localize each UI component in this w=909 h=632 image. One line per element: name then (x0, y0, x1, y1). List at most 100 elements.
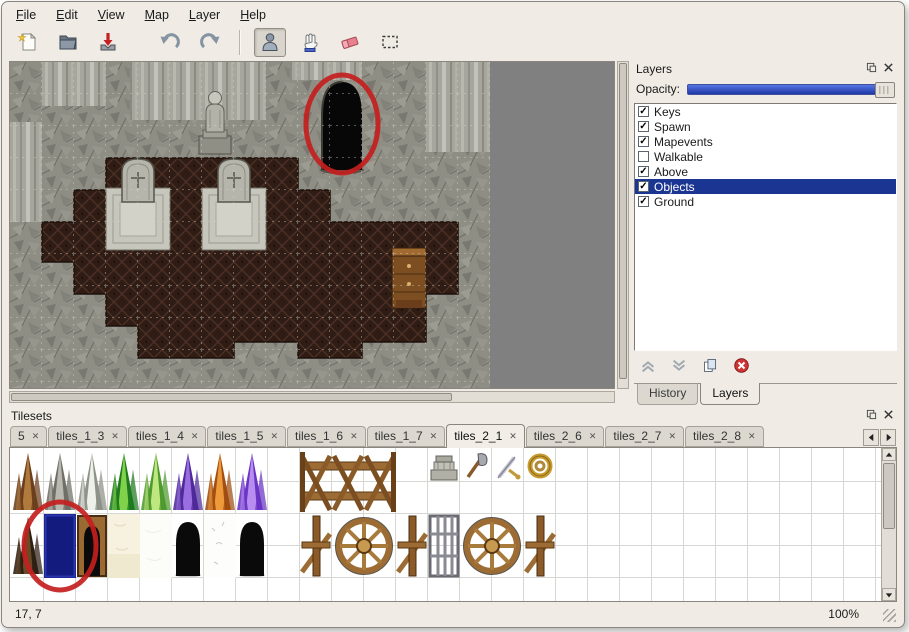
layer-visibility-checkbox[interactable]: ✓ (638, 136, 649, 147)
tile-wagon-wheel[interactable] (332, 514, 396, 578)
tile-sparkle-tile[interactable] (204, 514, 236, 578)
layer-row-objects[interactable]: ✓Objects (635, 179, 896, 194)
tab-close-icon[interactable]: ✕ (589, 432, 597, 441)
layer-row-walkable[interactable]: Walkable (635, 149, 896, 164)
tab-close-icon[interactable]: ✕ (430, 432, 438, 441)
tab-close-icon[interactable]: ✕ (270, 432, 278, 441)
select-tool-button[interactable] (374, 28, 406, 57)
layer-row-above[interactable]: ✓Above (635, 164, 896, 179)
menu-file[interactable]: File (16, 8, 36, 22)
layer-visibility-checkbox[interactable]: ✓ (638, 181, 649, 192)
tile-crystal-ice[interactable] (76, 450, 108, 514)
menu-edit[interactable]: Edit (56, 8, 78, 22)
layer-row-keys[interactable]: ✓Keys (635, 104, 896, 119)
tile-crystal-orange[interactable] (204, 450, 236, 514)
layers-float-button[interactable] (864, 63, 878, 76)
panel-tab-history[interactable]: History (637, 384, 698, 405)
scroll-tabs-left-button[interactable] (863, 429, 879, 446)
tile-fence-post-2[interactable] (396, 514, 428, 578)
tab-close-icon[interactable]: ✕ (748, 432, 756, 441)
scrollbar-thumb[interactable] (883, 463, 895, 529)
tileset-tab-tiles_1_6[interactable]: tiles_1_6✕ (287, 426, 366, 447)
layer-visibility-checkbox[interactable] (638, 151, 649, 162)
tile-crystal-green[interactable] (108, 450, 140, 514)
panel-tab-layers[interactable]: Layers (700, 383, 760, 405)
map-vertical-scrollbar[interactable] (617, 61, 629, 389)
tile-crystal-brown[interactable] (12, 450, 44, 514)
undo-button[interactable] (154, 28, 186, 57)
menu-view[interactable]: View (98, 8, 125, 22)
tab-close-icon[interactable]: ✕ (191, 432, 199, 441)
tileset-tab-tiles_1_4[interactable]: tiles_1_4✕ (128, 426, 207, 447)
scroll-tabs-right-button[interactable] (880, 429, 896, 446)
tile-door-frame[interactable] (76, 514, 108, 578)
tile-blue-solid-tile[interactable] (44, 514, 76, 578)
tile-fence-rail[interactable] (300, 450, 396, 514)
tileset-tab-tiles_1_5[interactable]: tiles_1_5✕ (207, 426, 286, 447)
layer-row-mapevents[interactable]: ✓Mapevents (635, 134, 896, 149)
open-button[interactable] (52, 28, 84, 57)
tile-cave-entrance[interactable] (172, 514, 204, 578)
tile-cave-entrance-2[interactable] (236, 514, 268, 578)
menu-layer[interactable]: Layer (189, 8, 220, 22)
eraser-tool-button[interactable] (334, 28, 366, 57)
resize-grip[interactable] (883, 609, 896, 622)
tile-sword[interactable] (492, 450, 524, 482)
tileset-tab-tiles_2_7[interactable]: tiles_2_7✕ (605, 426, 684, 447)
opacity-slider[interactable] (687, 84, 889, 95)
tile-pale-white-tile[interactable] (140, 514, 172, 578)
tile-column-capital[interactable] (428, 450, 460, 482)
tile-crystal-lime[interactable] (140, 450, 172, 514)
tile-shovel[interactable] (460, 450, 492, 482)
tileset-tab-5[interactable]: 5✕ (10, 426, 47, 447)
tab-close-icon[interactable]: ✕ (111, 432, 119, 441)
tileset-tab-tiles_2_6[interactable]: tiles_2_6✕ (526, 426, 605, 447)
tilesets-close-button[interactable] (881, 410, 895, 423)
tile-fence-post-3[interactable] (524, 514, 556, 578)
layer-visibility-checkbox[interactable]: ✓ (638, 106, 649, 117)
layer-visibility-checkbox[interactable]: ✓ (638, 121, 649, 132)
new-map-button[interactable]: ★ (12, 28, 44, 57)
tab-close-icon[interactable]: ✕ (509, 432, 517, 441)
tileset-tab-tiles_1_3[interactable]: tiles_1_3✕ (48, 426, 127, 447)
scrollbar-track[interactable] (882, 461, 896, 588)
tile-crystal-violet[interactable] (236, 450, 268, 514)
layer-visibility-checkbox[interactable]: ✓ (638, 166, 649, 177)
tile-crystal-purple[interactable] (172, 450, 204, 514)
delete-layer-button[interactable] (731, 357, 751, 377)
scrollbar-thumb[interactable] (619, 63, 627, 379)
duplicate-layer-button[interactable] (700, 357, 720, 377)
tile-fence-post[interactable] (300, 514, 332, 578)
tileset-tab-tiles_2_1[interactable]: tiles_2_1✕ (446, 424, 525, 448)
tile-crystal-gray[interactable] (44, 450, 76, 514)
tileset-tab-tiles_2_8[interactable]: tiles_2_8✕ (685, 426, 764, 447)
layers-close-button[interactable] (881, 63, 895, 76)
opacity-slider-handle[interactable] (875, 82, 895, 98)
move-layer-up-button[interactable] (638, 357, 658, 377)
tile-crystal-dark[interactable] (12, 514, 44, 578)
move-layer-down-button[interactable] (669, 357, 689, 377)
tile-pale-tile[interactable] (108, 514, 140, 578)
scrollbar-thumb[interactable] (11, 393, 452, 401)
tab-close-icon[interactable]: ✕ (32, 432, 40, 441)
scroll-down-icon[interactable] (882, 588, 896, 601)
tileset-tab-tiles_1_7[interactable]: tiles_1_7✕ (367, 426, 446, 447)
layer-row-ground[interactable]: ✓Ground (635, 194, 896, 209)
map-canvas[interactable] (10, 62, 614, 388)
brush-tool-button[interactable] (294, 28, 326, 57)
tile-wagon-wheel-2[interactable] (460, 514, 524, 578)
save-button[interactable] (92, 28, 124, 57)
tileset-vertical-scrollbar[interactable] (881, 448, 896, 601)
tab-close-icon[interactable]: ✕ (350, 432, 358, 441)
map-horizontal-scrollbar[interactable] (9, 391, 615, 403)
redo-button[interactable] (194, 28, 226, 57)
menu-map[interactable]: Map (145, 8, 169, 22)
scroll-up-icon[interactable] (882, 448, 896, 461)
layer-visibility-checkbox[interactable]: ✓ (638, 196, 649, 207)
layer-row-spawn[interactable]: ✓Spawn (635, 119, 896, 134)
tab-close-icon[interactable]: ✕ (668, 432, 676, 441)
menu-help[interactable]: Help (240, 8, 266, 22)
npc-tool-button[interactable] (254, 28, 286, 57)
tile-metal-grate[interactable] (428, 514, 460, 578)
tile-rope-coil[interactable] (524, 450, 556, 482)
